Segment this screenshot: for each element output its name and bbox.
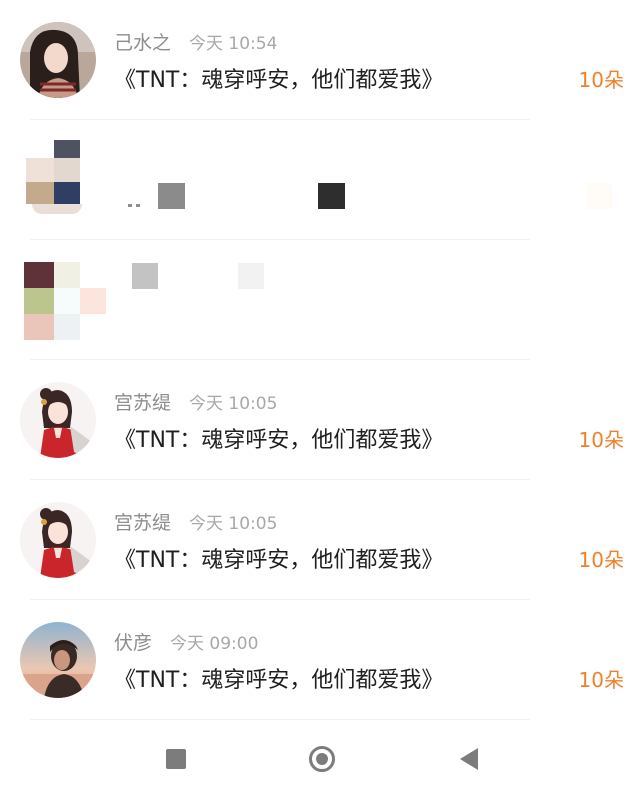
avatar[interactable] (20, 502, 96, 578)
anime-girl-red-dress-icon (20, 502, 96, 578)
timestamp: 今天 10:54 (189, 34, 278, 54)
list-item[interactable]: 己水之 今天 10:54 《TNT：魂穿呼安，他们都爱我》 10朵 (0, 0, 640, 120)
list-item-redacted (0, 240, 640, 360)
redacted-text (128, 204, 144, 208)
home-circle-icon (309, 746, 335, 772)
pixelated-avatar (26, 140, 82, 216)
sender-name[interactable]: 宫苏缇 (114, 388, 171, 415)
message-meta: 己水之 今天 10:54 (114, 28, 277, 54)
back-button[interactable] (452, 742, 486, 776)
pixelated-avatar (24, 262, 108, 342)
redacted-block (158, 183, 185, 209)
sender-name[interactable]: 己水之 (114, 28, 171, 55)
timestamp: 今天 10:05 (189, 514, 278, 534)
list-item[interactable]: 宫苏缇 今天 10:05 《TNT：魂穿呼安，他们都爱我》 10朵 (0, 480, 640, 600)
sender-name[interactable]: 伏彦 (114, 628, 152, 655)
list-item[interactable]: 宫苏缇 今天 10:05 《TNT：魂穿呼安，他们都爱我》 10朵 (0, 360, 640, 480)
timestamp: 今天 09:00 (170, 634, 259, 654)
redacted-block (318, 183, 345, 209)
timestamp: 今天 10:05 (189, 394, 278, 414)
avatar[interactable] (20, 622, 96, 698)
flower-count: 10朵 (578, 668, 624, 692)
sender-name[interactable]: 宫苏缇 (114, 508, 171, 535)
boy-sunset-icon (20, 622, 96, 698)
redacted-block (238, 263, 264, 289)
avatar[interactable] (20, 22, 96, 98)
anime-girl-red-dress-icon (20, 382, 96, 458)
message-text[interactable]: 《TNT：魂穿呼安，他们都爱我》 (114, 542, 443, 574)
message-meta: 宫苏缇 今天 10:05 (114, 388, 277, 414)
redacted-block (586, 183, 612, 209)
flower-count: 10朵 (578, 68, 624, 92)
flower-count: 10朵 (578, 428, 624, 452)
system-navigation-bar (0, 720, 640, 795)
recents-square-icon (166, 749, 186, 769)
flower-count: 10朵 (578, 548, 624, 572)
message-meta: 伏彦 今天 09:00 (114, 628, 258, 654)
home-button[interactable] (305, 742, 339, 776)
redacted-block (132, 263, 158, 289)
message-text[interactable]: 《TNT：魂穿呼安，他们都爱我》 (114, 422, 443, 454)
recents-button[interactable] (159, 742, 193, 776)
message-text[interactable]: 《TNT：魂穿呼安，他们都爱我》 (114, 662, 443, 694)
list-item-redacted (0, 120, 640, 240)
girl-long-hair-icon (20, 22, 96, 98)
list-item[interactable]: 伏彦 今天 09:00 《TNT：魂穿呼安，他们都爱我》 10朵 (0, 600, 640, 720)
message-list: 己水之 今天 10:54 《TNT：魂穿呼安，他们都爱我》 10朵 宫苏缇 今天… (0, 0, 640, 720)
message-text[interactable]: 《TNT：魂穿呼安，他们都爱我》 (114, 62, 443, 94)
back-triangle-icon (460, 748, 478, 770)
message-meta: 宫苏缇 今天 10:05 (114, 508, 277, 534)
avatar[interactable] (20, 382, 96, 458)
